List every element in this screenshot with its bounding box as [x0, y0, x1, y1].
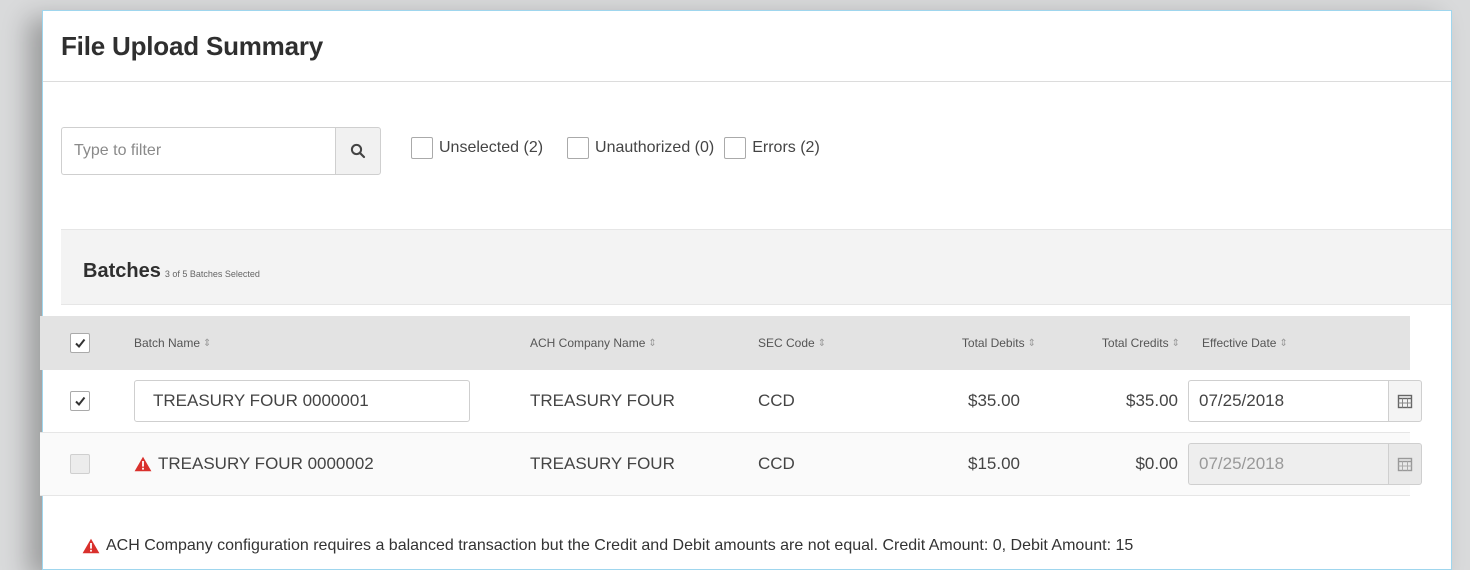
effective-date-input[interactable]	[1188, 380, 1388, 422]
check-icon	[75, 338, 86, 349]
error-message-text: ACH Company configuration requires a bal…	[106, 537, 1134, 554]
ach-company-name-cell: TREASURY FOUR	[530, 391, 675, 410]
ach-company-name-cell: TREASURY FOUR	[530, 454, 675, 473]
column-header-sec-code[interactable]: SEC Code ⇕	[758, 316, 826, 370]
warning-icon	[82, 538, 100, 554]
search-button[interactable]	[335, 127, 381, 175]
check-icon	[75, 396, 86, 407]
title-divider	[43, 81, 1451, 82]
unauthorized-checkbox[interactable]	[567, 137, 590, 159]
table-row: TREASURY FOUR CCD $35.00 $35.00	[40, 370, 1422, 433]
select-all-checkbox[interactable]	[70, 333, 90, 353]
batch-name-text: TREASURY FOUR 0000002	[158, 454, 374, 473]
effective-date-input-disabled	[1188, 443, 1388, 485]
search-icon	[350, 143, 366, 159]
total-debits-cell: $15.00	[968, 454, 1020, 473]
sort-icon: ⇕	[1171, 337, 1180, 349]
filter-unselected[interactable]: Unselected (2)	[411, 137, 543, 159]
calendar-button[interactable]	[1388, 380, 1422, 422]
filter-input[interactable]	[61, 127, 335, 175]
filter-unauthorized[interactable]: Unauthorized (0)	[567, 137, 714, 159]
total-debits-cell: $35.00	[968, 391, 1020, 410]
batches-selected-count: 3 of 5 Batches Selected	[164, 269, 260, 279]
unauthorized-label: Unauthorized (0)	[595, 139, 715, 156]
sort-icon: ⇕	[1279, 337, 1288, 349]
batch-error-message: ACH Company configuration requires a bal…	[82, 537, 1133, 555]
calendar-button-disabled	[1388, 443, 1422, 485]
total-credits-cell: $0.00	[1135, 454, 1178, 473]
sort-icon: ⇕	[203, 337, 212, 349]
unselected-checkbox[interactable]	[411, 137, 433, 159]
batches-table: Batch Name ⇕ ACH Company Name ⇕ SEC Code ⇕ …	[40, 316, 1422, 496]
batches-title: Batches 3 of 5 Batches Selected	[83, 260, 260, 283]
sec-code-cell: CCD	[758, 454, 795, 473]
table-row: TREASURY FOUR 0000002 TREASURY FOUR CCD …	[40, 433, 1422, 496]
batch-name-input[interactable]	[134, 380, 470, 422]
row-select-cell	[70, 433, 96, 495]
column-header-total-credits[interactable]: Total Credits ⇕	[1050, 316, 1180, 370]
warning-icon	[134, 456, 152, 472]
errors-checkbox[interactable]	[724, 137, 747, 159]
column-header-batch-name[interactable]: Batch Name ⇕	[134, 316, 211, 370]
sort-icon: ⇕	[817, 337, 827, 349]
table-header-row: Batch Name ⇕ ACH Company Name ⇕ SEC Code ⇕ …	[40, 316, 1410, 370]
sec-code-cell: CCD	[758, 391, 795, 410]
column-header-total-debits[interactable]: Total Debits ⇕	[900, 316, 1036, 370]
page-title: File Upload Summary	[61, 31, 324, 61]
row-checkbox-disabled[interactable]	[70, 454, 90, 474]
row-checkbox[interactable]	[70, 391, 90, 411]
batches-header: Batches 3 of 5 Batches Selected	[61, 229, 1451, 305]
unselected-label: Unselected (2)	[439, 139, 544, 156]
row-select-cell	[70, 370, 96, 432]
batch-name-cell	[134, 370, 470, 432]
filter-checkboxes: Unselected (2) Unauthorized (0) Errors (…	[411, 137, 830, 159]
column-header-effective-date[interactable]: Effective Date ⇕	[1202, 316, 1288, 370]
effective-date-cell	[1188, 370, 1422, 432]
filter-group	[61, 127, 381, 175]
column-header-ach-company-name[interactable]: ACH Company Name ⇕	[530, 316, 657, 370]
select-all-cell	[70, 316, 96, 370]
batches-title-text: Batches	[83, 260, 161, 282]
sort-icon: ⇕	[1027, 337, 1036, 349]
calendar-icon	[1397, 394, 1413, 409]
filter-errors[interactable]: Errors (2)	[724, 137, 820, 159]
sort-icon: ⇕	[648, 337, 657, 349]
errors-label: Errors (2)	[752, 139, 820, 156]
batch-name-cell: TREASURY FOUR 0000002	[134, 433, 374, 495]
total-credits-cell: $35.00	[1126, 391, 1178, 410]
effective-date-cell	[1188, 433, 1422, 495]
calendar-icon	[1397, 457, 1413, 472]
